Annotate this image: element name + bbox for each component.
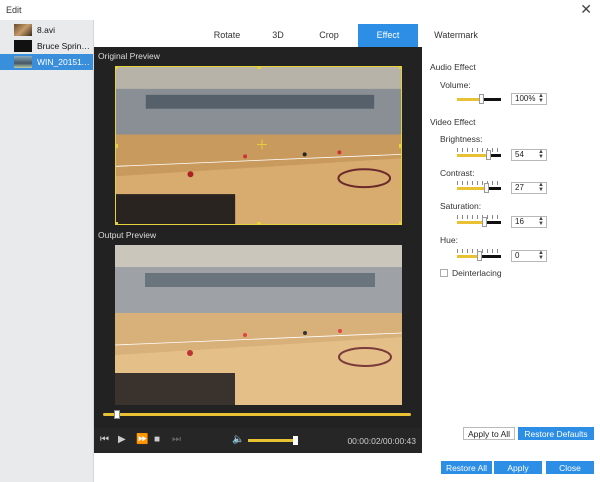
spin-arrows-icon[interactable]: ▲ ▼ — [538, 182, 544, 193]
spin-value: 100% — [515, 94, 536, 103]
tab-watermark[interactable]: Watermark — [418, 24, 494, 47]
crop-handle[interactable] — [399, 222, 401, 224]
fast-forward-icon[interactable]: ⏩ — [136, 434, 148, 446]
spin-arrows-icon[interactable]: ▲ ▼ — [538, 250, 544, 261]
edit-tabs: Rotate 3D Crop Effect Watermark — [94, 24, 600, 47]
brightness-slider[interactable] — [457, 148, 501, 160]
audio-volume-slider[interactable] — [457, 94, 501, 104]
spin-value: 16 — [515, 217, 524, 226]
tab-effect[interactable]: Effect — [358, 24, 418, 47]
preview-panel: Original Preview Output Preview ⏮ ▶ ⏩ ■ … — [94, 47, 422, 453]
volume-icon[interactable]: 🔈 — [232, 434, 244, 446]
file-name: Bruce Springs... — [37, 41, 93, 51]
slider-ticks — [457, 181, 501, 185]
close-button[interactable]: Close — [546, 461, 594, 474]
apply-button[interactable]: Apply — [494, 461, 542, 474]
hue-label: Hue: — [440, 235, 458, 245]
slider-thumb[interactable] — [477, 251, 482, 261]
file-list: 8.avi Bruce Springs... WIN_2015112... — [0, 20, 94, 482]
contrast-spinbox[interactable]: 27 ▲ ▼ — [511, 182, 547, 194]
volume-knob[interactable] — [292, 436, 298, 445]
volume-spinbox[interactable]: 100% ▲ ▼ — [511, 93, 547, 105]
restore-all-button[interactable]: Restore All — [441, 461, 492, 474]
slider-fill — [457, 154, 488, 157]
file-item-2[interactable]: Bruce Springs... — [0, 38, 93, 54]
saturation-slider[interactable] — [457, 215, 501, 227]
slider-fill — [457, 187, 486, 190]
playback-time: 00:00:02/00:00:43 — [347, 436, 416, 446]
spin-arrows-icon[interactable]: ▲ ▼ — [538, 216, 544, 227]
crop-handle[interactable] — [116, 67, 118, 69]
volume-slider[interactable] — [248, 436, 298, 445]
file-name: 8.avi — [37, 25, 55, 35]
file-item-3[interactable]: WIN_2015112... — [0, 54, 93, 70]
original-preview-video[interactable] — [115, 66, 402, 225]
tab-rotate[interactable]: Rotate — [198, 24, 256, 47]
video-effect-title: Video Effect — [430, 117, 476, 127]
skip-end-icon[interactable]: ⏭ — [172, 434, 181, 446]
slider-fill — [457, 221, 485, 224]
slider-fill — [457, 98, 482, 101]
crop-handle[interactable] — [116, 144, 118, 148]
skip-back-icon[interactable]: ⏮ — [100, 434, 109, 446]
file-item-1[interactable]: 8.avi — [0, 22, 93, 38]
court-scene-image — [115, 245, 402, 405]
file-name: WIN_2015112... — [37, 57, 93, 67]
spin-value: 0 — [515, 251, 520, 260]
output-preview-video — [115, 245, 402, 405]
playback-controls: ⏮ ▶ ⏩ ■ ⏭ 🔈 00:00:02/00:00:43 — [94, 428, 422, 453]
brightness-label: Brightness: — [440, 134, 483, 144]
hue-spinbox[interactable]: 0 ▲ ▼ — [511, 250, 547, 262]
restore-defaults-button[interactable]: Restore Defaults — [518, 427, 594, 440]
volume-label: Volume: — [440, 80, 471, 90]
slider-thumb[interactable] — [485, 150, 491, 160]
contrast-label: Contrast: — [440, 168, 475, 178]
spin-value: 54 — [515, 150, 524, 159]
close-icon[interactable]: ✕ — [580, 2, 592, 16]
stop-icon[interactable]: ■ — [154, 434, 160, 446]
saturation-label: Saturation: — [440, 201, 482, 211]
file-thumbnail — [14, 56, 32, 68]
spin-arrows-icon[interactable]: ▲ ▼ — [538, 93, 544, 104]
crop-handle[interactable] — [116, 222, 118, 224]
crop-handle[interactable] — [257, 67, 261, 69]
slider-thumb[interactable] — [479, 94, 485, 104]
timeline-knob[interactable] — [113, 410, 120, 419]
file-thumbnail — [14, 40, 32, 52]
tab-3d[interactable]: 3D — [256, 24, 300, 47]
file-thumbnail — [14, 24, 32, 36]
crop-handle[interactable] — [399, 144, 401, 148]
contrast-slider[interactable] — [457, 181, 501, 193]
window-title: Edit — [6, 5, 22, 15]
crop-handle[interactable] — [399, 67, 401, 69]
play-icon[interactable]: ▶ — [118, 434, 126, 446]
slider-thumb[interactable] — [483, 183, 489, 193]
brightness-spinbox[interactable]: 54 ▲ ▼ — [511, 149, 547, 161]
crop-handle[interactable] — [257, 222, 261, 224]
timeline-slider[interactable] — [103, 410, 411, 419]
slider-ticks — [457, 215, 501, 219]
slider-fill — [457, 255, 479, 258]
hue-slider[interactable] — [457, 249, 501, 261]
title-bar: Edit ✕ — [0, 0, 600, 20]
deinterlacing-checkbox[interactable] — [440, 269, 448, 277]
slider-thumb[interactable] — [482, 217, 488, 227]
spin-arrows-icon[interactable]: ▲ ▼ — [538, 149, 544, 160]
court-scene-image — [116, 67, 401, 224]
saturation-spinbox[interactable]: 16 ▲ ▼ — [511, 216, 547, 228]
audio-effect-title: Audio Effect — [430, 62, 476, 72]
slider-ticks — [457, 148, 501, 152]
spin-value: 27 — [515, 183, 524, 192]
original-preview-label: Original Preview — [98, 51, 160, 61]
tab-crop[interactable]: Crop — [300, 24, 358, 47]
deinterlacing-label: Deinterlacing — [452, 268, 502, 278]
output-preview-label: Output Preview — [98, 230, 157, 240]
apply-to-all-button[interactable]: Apply to All — [463, 427, 515, 440]
